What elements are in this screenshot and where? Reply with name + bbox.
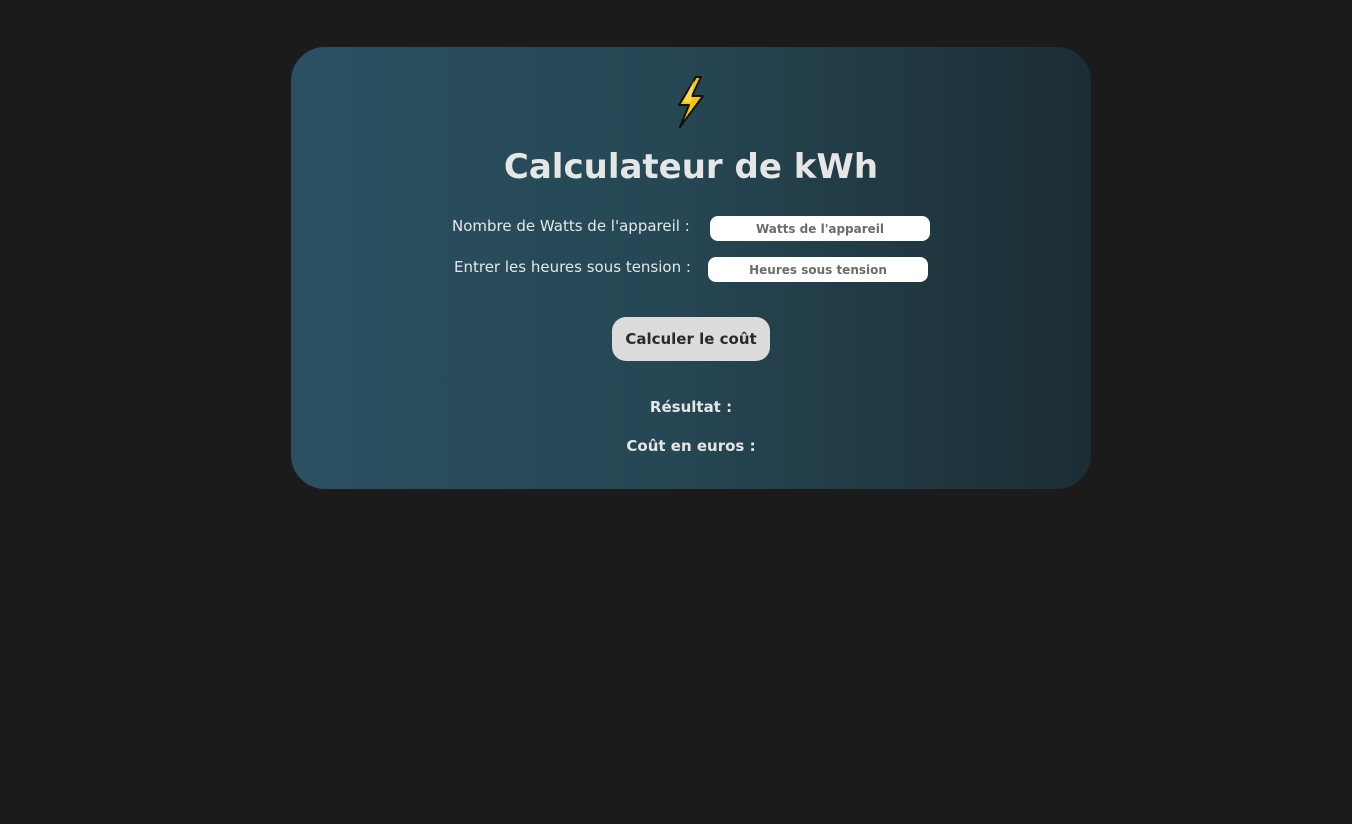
hours-label: Entrer les heures sous tension : [454, 258, 691, 276]
watts-label: Nombre de Watts de l'appareil : [452, 217, 690, 235]
calculate-cost-button[interactable]: Calculer le coût [612, 317, 770, 361]
cost-in-euros-label: Coût en euros : [626, 437, 756, 455]
calculator-card: Calculateur de kWh Nombre de Watts de l'… [291, 47, 1091, 489]
watts-input[interactable] [710, 216, 930, 241]
lightning-bolt-icon [678, 76, 704, 128]
hours-input[interactable] [708, 257, 928, 282]
result-label: Résultat : [649, 398, 733, 416]
page-title: Calculateur de kWh [503, 147, 879, 187]
